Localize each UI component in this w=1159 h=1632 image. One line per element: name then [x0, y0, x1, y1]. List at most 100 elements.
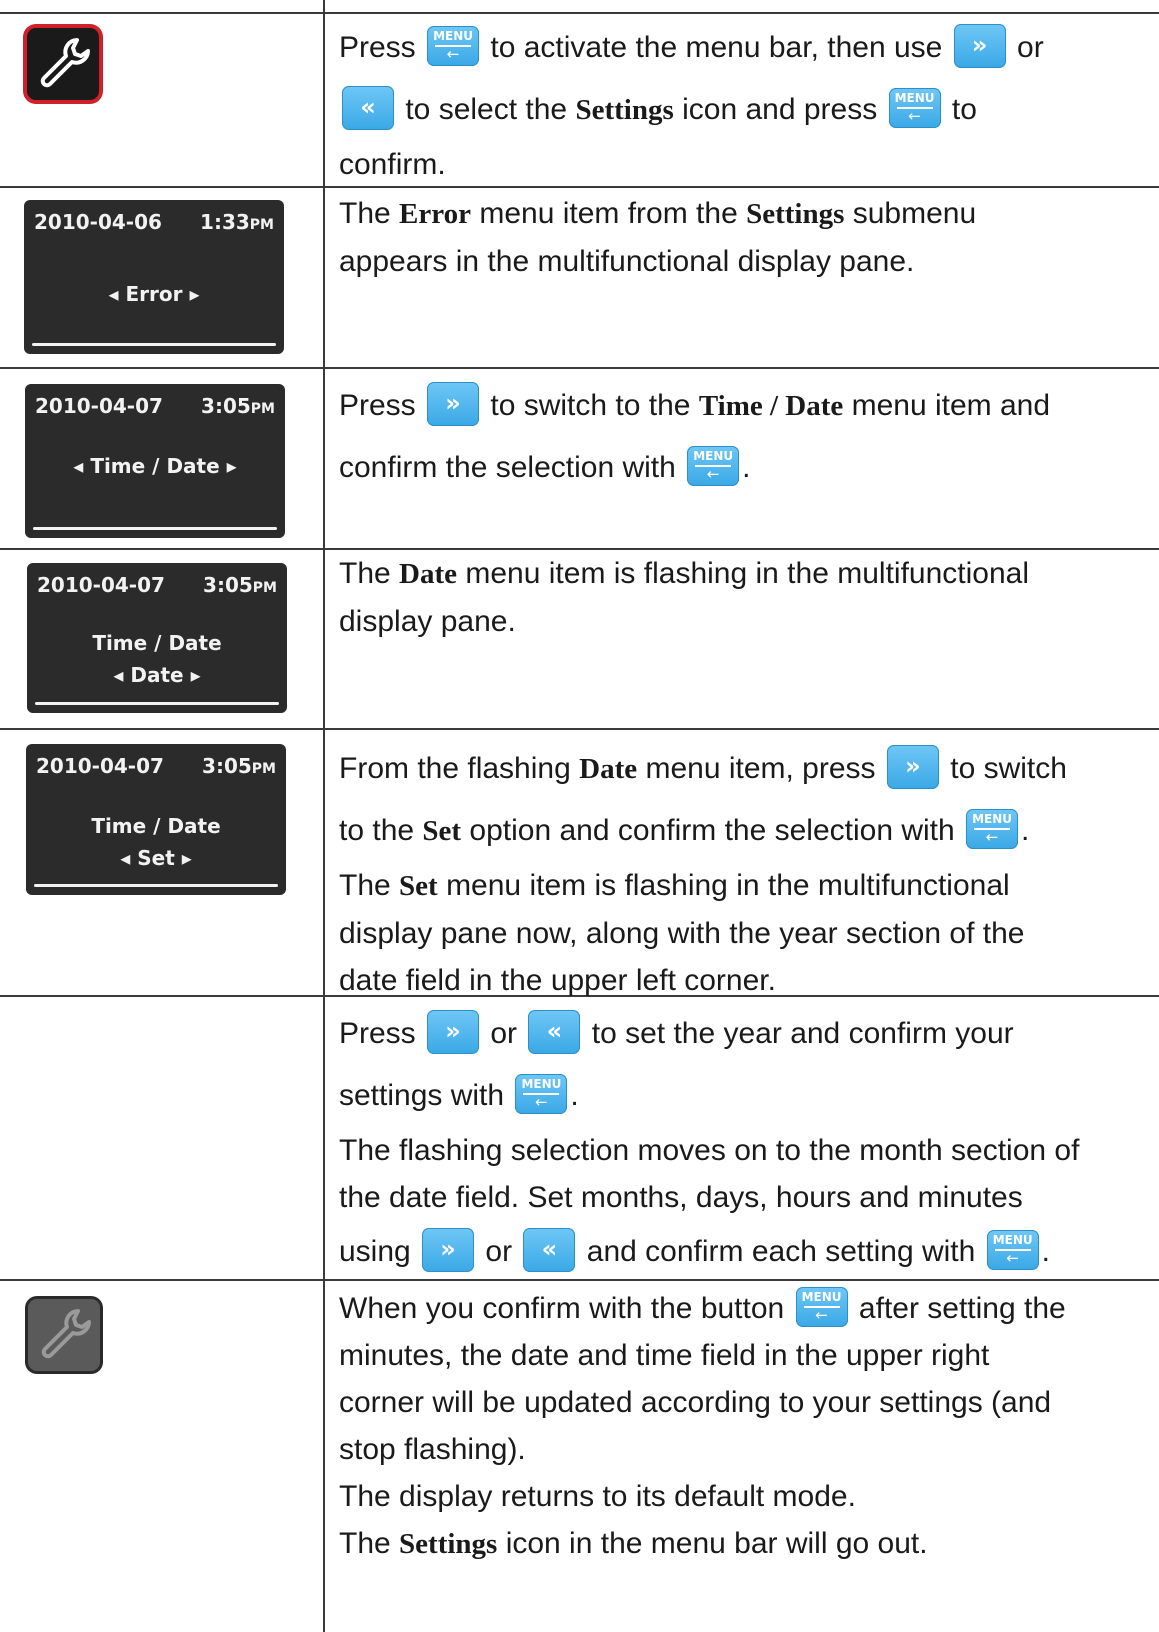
row-5-image-cell: 2010-04-07 3:05PM Time / Date ◂ Set ▸: [0, 730, 323, 995]
text: or: [490, 1017, 518, 1050]
text: submenu: [852, 197, 977, 230]
text: .: [742, 451, 751, 484]
text: corner will be updated according to your…: [339, 1386, 1052, 1419]
date-term: Date: [579, 753, 638, 785]
text: menu item and: [851, 389, 1051, 422]
text: icon in the menu bar will go out.: [505, 1527, 928, 1560]
text: to activate the menu bar, then use: [490, 31, 943, 64]
menu-enter-key-icon: MENU ←: [687, 446, 740, 487]
text: menu item from the: [479, 197, 738, 230]
text: to switch to the: [490, 389, 691, 422]
display-pane: 2010-04-07 3:05PM Time / Date ◂ Set ▸: [26, 744, 286, 895]
text: The: [339, 869, 391, 902]
text: The: [339, 1527, 391, 1560]
instruction-row-3: 2010-04-07 3:05PM ◂ Time / Date ▸ Press …: [0, 369, 1159, 548]
text: .: [570, 1079, 579, 1112]
text: Press: [339, 31, 416, 64]
lcd-date: 2010-04-07: [37, 573, 165, 597]
text: or: [485, 1235, 513, 1268]
instruction-row-1: Press MENU ← to activate the menu bar, th…: [0, 14, 1159, 186]
display-pane: 2010-04-07 3:05PM ◂ Time / Date ▸: [25, 384, 285, 538]
text: When you confirm with the button: [339, 1292, 785, 1325]
lcd-time: 1:33PM: [200, 210, 274, 234]
instruction-row-4: 2010-04-07 3:05PM Time / Date ◂ Date ▸ T…: [0, 550, 1159, 728]
lcd-menu-item: ◂ Date ▸: [113, 663, 201, 687]
lcd-line1: Time / Date: [91, 814, 221, 838]
lcd-date: 2010-04-06: [34, 210, 162, 234]
instruction-row-6: Press » or « to set the year and confirm…: [0, 997, 1159, 1279]
right-arrow-key-icon: »: [427, 382, 480, 427]
text: The display returns to its default mode.: [339, 1480, 856, 1513]
text: The flashing selection moves on to the m…: [339, 1134, 1080, 1167]
row-3-image-cell: 2010-04-07 3:05PM ◂ Time / Date ▸: [0, 369, 323, 548]
time-date-term: Time / Date: [698, 390, 844, 422]
settings-wrench-icon: [27, 28, 99, 100]
text: to set the year and confirm your: [591, 1017, 1014, 1050]
lcd-date: 2010-04-07: [35, 394, 163, 418]
menu-enter-key-icon: MENU ←: [515, 1074, 568, 1115]
text: and confirm each setting with: [586, 1235, 976, 1268]
right-arrow-key-icon: »: [886, 745, 939, 790]
text: option and confirm the selection with: [469, 814, 955, 847]
wrench-icon: [40, 38, 90, 88]
lcd-date: 2010-04-07: [36, 754, 164, 778]
text: or: [1017, 31, 1044, 64]
row-7-image-cell: [0, 1281, 323, 1632]
menu-enter-key-icon: MENU ←: [795, 1287, 848, 1328]
text: to the: [339, 814, 415, 847]
settings-term: Settings: [399, 1528, 498, 1560]
settings-term: Settings: [746, 198, 845, 230]
row-1-text: Press MENU ← to activate the menu bar, th…: [339, 17, 1144, 188]
row-4-text: The Date menu item is flashing in the mu…: [339, 550, 1144, 645]
text: date field in the upper left corner.: [339, 964, 776, 997]
text: appears in the multifunctional display p…: [339, 245, 915, 278]
error-term: Error: [399, 198, 471, 230]
right-arrow-key-icon: »: [427, 1010, 480, 1055]
text: the date field. Set months, days, hours …: [339, 1181, 1023, 1214]
date-term: Date: [399, 558, 458, 590]
text: display pane.: [339, 605, 516, 638]
text: .: [1041, 1235, 1051, 1268]
text: confirm the selection with: [339, 451, 676, 484]
lcd-line1: Time / Date: [92, 631, 222, 655]
row-6-text: Press » or « to set the year and confirm…: [339, 1003, 1144, 1283]
wrench-icon: [41, 1309, 91, 1359]
instruction-row-2: 2010-04-06 1:33PM ◂ Error ▸ The Error me…: [0, 188, 1159, 367]
text: menu item is flashing in the multifuncti…: [465, 557, 1029, 590]
display-pane: 2010-04-07 3:05PM Time / Date ◂ Date ▸: [27, 563, 287, 713]
set-term: Set: [399, 870, 438, 902]
text: Press: [339, 389, 416, 422]
display-pane: 2010-04-06 1:33PM ◂ Error ▸: [24, 200, 284, 354]
row-2-text: The Error menu item from the Settings su…: [339, 190, 1144, 285]
menu-enter-key-icon: MENU ←: [966, 809, 1019, 850]
text: to switch: [950, 752, 1067, 785]
settings-term: Settings: [575, 94, 674, 126]
lcd-bar: [34, 884, 278, 887]
row-6-image-cell: [0, 997, 323, 1279]
row-4-image-cell: 2010-04-07 3:05PM Time / Date ◂ Date ▸: [0, 550, 323, 728]
text: menu item is flashing in the multifuncti…: [446, 869, 1010, 902]
lcd-menu-item: ◂ Error ▸: [108, 282, 200, 306]
text: .: [1021, 814, 1030, 847]
row-2-image-cell: 2010-04-06 1:33PM ◂ Error ▸: [0, 188, 323, 367]
instruction-row-5: 2010-04-07 3:05PM Time / Date ◂ Set ▸ Fr…: [0, 730, 1159, 997]
text: stop flashing).: [339, 1433, 526, 1466]
text: to select the: [405, 93, 568, 126]
lcd-bar: [35, 702, 279, 705]
text: settings with: [339, 1079, 505, 1112]
text: The: [339, 557, 391, 590]
right-arrow-key-icon: »: [953, 24, 1006, 69]
text: icon and press: [682, 93, 878, 126]
menu-enter-key-icon: MENU ←: [888, 88, 941, 129]
instruction-row-7: When you confirm with the button MENU ← a…: [0, 1281, 1159, 1632]
text: to: [951, 93, 977, 126]
text: From the flashing: [339, 752, 571, 785]
text: Press: [339, 1017, 416, 1050]
right-arrow-key-icon: »: [422, 1228, 475, 1273]
text: after setting the: [858, 1292, 1066, 1325]
row-7-text: When you confirm with the button MENU ← a…: [339, 1285, 1144, 1568]
text: confirm.: [339, 148, 446, 181]
row-3-text: Press » to switch to the Time / Date men…: [339, 375, 1144, 499]
text: minutes, the date and time field in the …: [339, 1339, 990, 1372]
text: The: [339, 197, 391, 230]
